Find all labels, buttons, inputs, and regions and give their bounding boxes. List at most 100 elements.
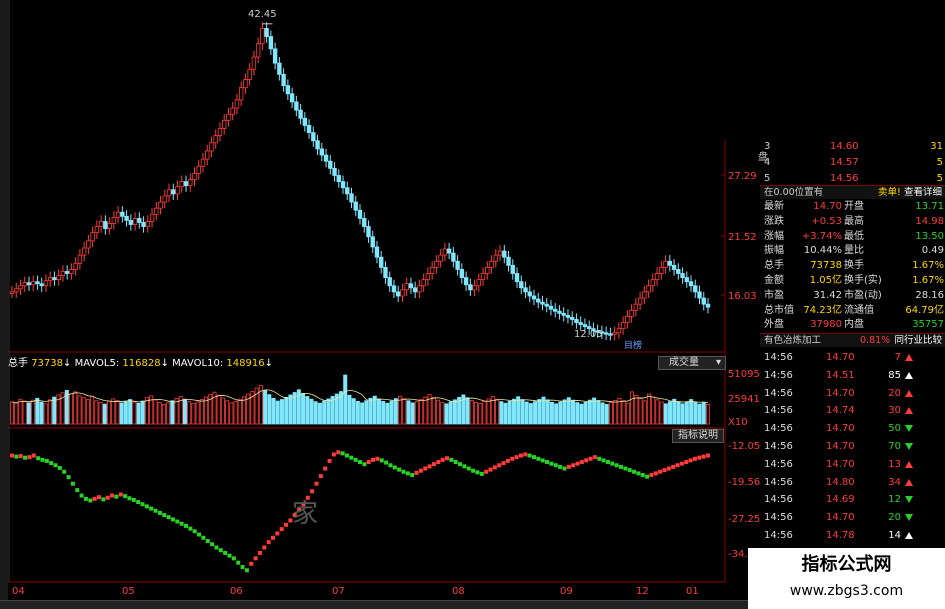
stat-value: 1.05亿 [809, 275, 842, 286]
candle-body [654, 273, 660, 281]
ask-row[interactable]: 5 14.56 5 [760, 172, 945, 185]
candle-body [166, 189, 172, 197]
volume-bar [566, 397, 571, 425]
volume-bar [533, 401, 538, 425]
volume-bar [31, 399, 36, 425]
indicator-dot [632, 469, 637, 474]
candle-body [336, 175, 341, 183]
volume-bar [119, 402, 124, 425]
tick-volume: 13 [888, 458, 901, 470]
indicator-dot [684, 460, 689, 465]
candle-body [421, 279, 426, 287]
arrow-up-icon [905, 354, 913, 361]
candle-body [514, 273, 520, 283]
stat-label: 换手(实) [844, 275, 882, 286]
tick-price: 14.70 [826, 387, 855, 399]
volume-bar [237, 398, 242, 425]
tick-row[interactable]: 14:56 14.69 12 [760, 491, 945, 509]
indicator-dot [262, 545, 267, 550]
arrow-up-icon [905, 389, 913, 397]
candle-body [608, 333, 613, 336]
tick-row[interactable]: 14:56 14.51 85 [760, 367, 945, 385]
indicator-explain-button[interactable]: 指标说明 [672, 429, 724, 443]
candle-body [315, 140, 320, 150]
industry-header[interactable]: 有色冶炼加工 0.81% 同行业比较 [760, 333, 945, 347]
position-header[interactable]: 在0.00位置有 卖单! 查看详细 [760, 185, 945, 199]
indicator-dot [162, 513, 167, 518]
arrow-down-icon [905, 496, 913, 504]
tick-price: 14.70 [826, 423, 855, 435]
volume-bar [35, 397, 40, 425]
candle-body [230, 107, 235, 115]
candle-body [404, 283, 409, 291]
stat-value: 1.67% [912, 275, 944, 286]
tick-time: 14:56 [764, 441, 793, 452]
indicator-dot [671, 464, 676, 469]
indicator-dot [592, 455, 597, 460]
indicator-dot [153, 508, 158, 513]
indicator-dot [375, 456, 380, 461]
time-xtick: 05 [122, 586, 135, 597]
candle-body [680, 273, 685, 278]
arrow-up-icon [905, 460, 913, 468]
candle-body [379, 256, 384, 268]
volume-bar [376, 398, 381, 425]
arrow-down-icon [905, 425, 913, 433]
volume-bar [271, 397, 276, 425]
indicator-dot [70, 481, 75, 486]
ask-row[interactable]: 3 14.60 31 [760, 140, 945, 153]
tick-price: 14.80 [826, 476, 855, 488]
tick-row[interactable]: 14:56 14.70 7 [760, 349, 945, 367]
indicator-dot [575, 461, 580, 466]
volume-bar [77, 395, 82, 425]
stat-label: 总市值 [764, 304, 794, 316]
tick-row[interactable]: 14:56 14.78 14 [760, 527, 945, 545]
indicator-dot [475, 470, 480, 475]
volume-bar [166, 402, 171, 425]
stat-value: 1.67% [912, 260, 944, 272]
indicator-dot [358, 460, 362, 465]
time-xtick: 08 [452, 586, 465, 597]
candle-body [531, 295, 537, 300]
volume-bar [680, 403, 685, 425]
main-chart[interactable]: 27.29 21.52 16.03 04 05 06 07 08 09 12 01 51095 2594… [0, 0, 760, 600]
indicator-dot [675, 463, 680, 468]
candle-body [629, 309, 634, 317]
candle-body [213, 135, 218, 144]
volume-bar [558, 401, 563, 425]
time-xtick: 06 [230, 586, 243, 597]
candle-body [238, 87, 244, 101]
volume-bar [676, 401, 681, 425]
tick-row[interactable]: 14:56 14.70 70 [760, 438, 945, 456]
indicator-dot [140, 502, 145, 507]
tick-row[interactable]: 14:56 14.80 34 [760, 474, 945, 492]
tick-time: 14:56 [764, 530, 793, 541]
candle-body [569, 317, 575, 320]
indicator-dot [184, 523, 188, 528]
candle-body [77, 254, 83, 264]
indicator-dot [92, 496, 97, 501]
candle-body [480, 273, 486, 281]
volume-bar [326, 398, 331, 425]
volume-bar [465, 397, 470, 425]
volume-bar [478, 403, 483, 425]
price-candles [9, 22, 711, 341]
tick-row[interactable]: 14:56 14.74 30 [760, 402, 945, 420]
volume-indicator-button[interactable]: 成交量 ▾ [658, 356, 726, 370]
candle-body [676, 269, 681, 274]
volume-bar [651, 396, 656, 425]
volume-bar [554, 403, 559, 425]
tick-row[interactable]: 14:56 14.70 20 [760, 509, 945, 527]
volume-bar [520, 399, 525, 425]
tick-row[interactable]: 14:56 14.70 20 [760, 385, 945, 403]
volume-bar [452, 399, 457, 425]
indicator-dot [170, 517, 175, 522]
tick-row[interactable]: 14:56 14.70 50 [760, 420, 945, 438]
indicator-dot [44, 458, 49, 463]
candle-body [362, 217, 367, 227]
tick-row[interactable]: 14:56 14.70 13 [760, 456, 945, 474]
stat-value: 64.79亿 [905, 304, 944, 316]
bottom-tab-bar[interactable] [0, 600, 748, 609]
indicator-dot [688, 458, 693, 463]
ask-row[interactable]: 4 14.57 5 [760, 156, 945, 169]
